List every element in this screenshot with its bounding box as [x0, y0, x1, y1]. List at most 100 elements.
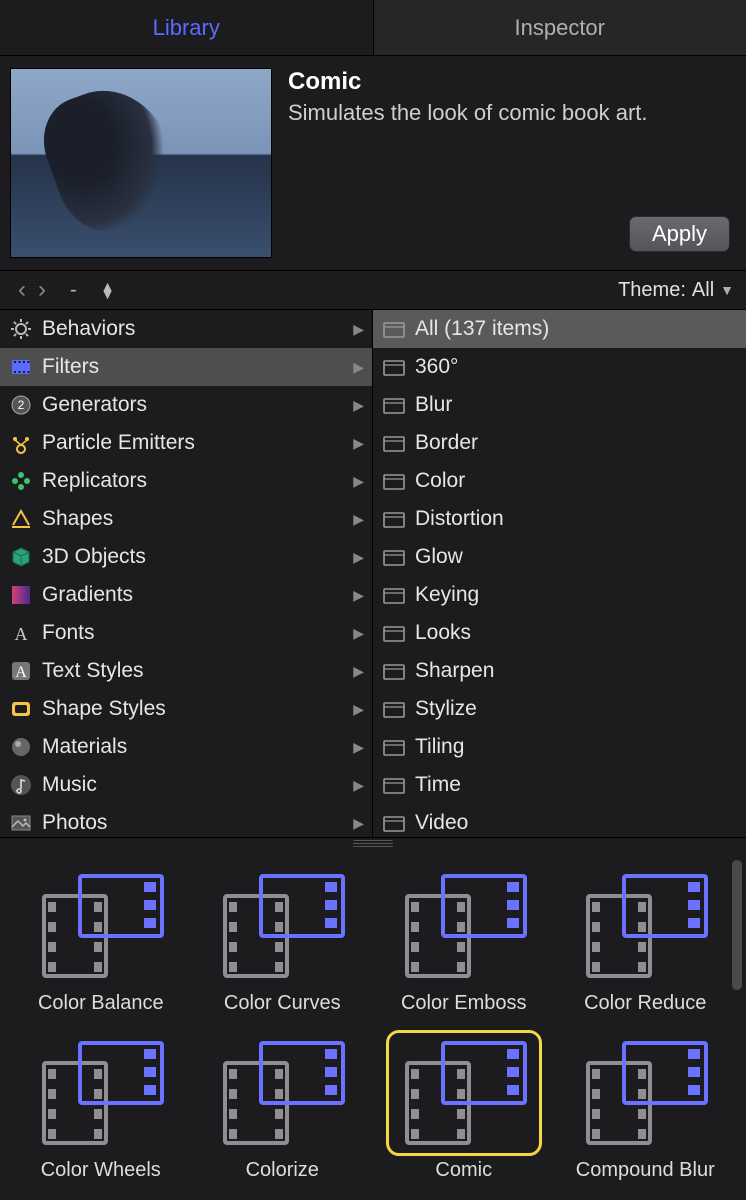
category-column: Behaviors▶Filters▶2Generators▶Particle E… [0, 310, 373, 837]
nav-back-button[interactable]: ‹ [12, 276, 32, 304]
scrollbar-thumb[interactable] [732, 860, 742, 990]
category-label: Materials [42, 735, 345, 759]
subcategory-row[interactable]: 360° [373, 348, 746, 386]
category-row-particle-emitters[interactable]: Particle Emitters ▶ [0, 424, 372, 462]
chevron-right-icon: ▶ [353, 549, 364, 566]
path-segment[interactable]: - [70, 279, 77, 302]
filter-item-color-curves[interactable]: Color Curves [192, 866, 374, 1015]
category-label: Generators [42, 393, 345, 417]
category-label: Text Styles [42, 659, 345, 683]
category-row-replicators[interactable]: Replicators▶ [0, 462, 372, 500]
chevron-right-icon: ▶ [353, 625, 364, 642]
category-row-shapes[interactable]: Shapes▶ [0, 500, 372, 538]
svg-text:A: A [15, 624, 28, 644]
subcategory-row[interactable]: Time [373, 766, 746, 804]
filter-thumb-icon [207, 1033, 357, 1153]
subcategory-row[interactable]: Glow [373, 538, 746, 576]
filter-item-comic[interactable]: Comic [373, 1033, 555, 1182]
filter-thumb-icon [570, 1033, 720, 1153]
filter-caption: Color Reduce [555, 992, 737, 1015]
tab-library[interactable]: Library [0, 0, 374, 55]
theme-chevron-icon[interactable]: ▼ [720, 282, 734, 298]
category-row-gradients[interactable]: Gradients▶ [0, 576, 372, 614]
filter-item-color-balance[interactable]: Color Balance [10, 866, 192, 1015]
subcategory-row[interactable]: Looks [373, 614, 746, 652]
filter-item-color-wheels[interactable]: Color Wheels [10, 1033, 192, 1182]
filter-item-color-emboss[interactable]: Color Emboss [373, 866, 555, 1015]
category-label: Particle Emitters [42, 431, 345, 455]
category-row-fonts[interactable]: AFonts▶ [0, 614, 372, 652]
subcategory-row[interactable]: Stylize [373, 690, 746, 728]
category-row-generators[interactable]: 2Generators▶ [0, 386, 372, 424]
subcategory-label: Looks [415, 621, 738, 645]
subcategory-row[interactable]: Distortion [373, 500, 746, 538]
category-row-3d-objects[interactable]: 3D Objects▶ [0, 538, 372, 576]
filter-item-compound-blur[interactable]: Compound Blur [555, 1033, 737, 1182]
filter-thumb-icon [26, 866, 176, 986]
subcategory-row[interactable]: Video [373, 804, 746, 837]
filter-caption: Comic [373, 1159, 555, 1182]
subcategory-row[interactable]: Sharpen [373, 652, 746, 690]
subcategory-row[interactable]: Color [373, 462, 746, 500]
category-row-photos[interactable]: Photos▶ [0, 804, 372, 837]
subcategory-label: Video [415, 811, 738, 835]
split-grip[interactable] [353, 840, 393, 848]
category-row-shape-styles[interactable]: Shape Styles▶ [0, 690, 372, 728]
category-row-text-styles[interactable]: AText Styles▶ [0, 652, 372, 690]
subcategory-row[interactable]: Border [373, 424, 746, 462]
subcategory-label: Sharpen [415, 659, 738, 683]
chevron-right-icon: ▶ [353, 473, 364, 490]
subcategory-label: Distortion [415, 507, 738, 531]
music-icon [8, 772, 34, 798]
textstyle-icon: A [8, 658, 34, 684]
folder-icon [381, 658, 407, 684]
subcategory-row[interactable]: Blur [373, 386, 746, 424]
chevron-right-icon: ▶ [353, 321, 364, 338]
category-row-materials[interactable]: Materials▶ [0, 728, 372, 766]
folder-icon [381, 392, 407, 418]
apply-button[interactable]: Apply [629, 216, 730, 252]
category-row-behaviors[interactable]: Behaviors ▶ [0, 310, 372, 348]
subcategory-label: Tiling [415, 735, 738, 759]
preview-info: Comic Simulates the look of comic book a… [288, 68, 736, 258]
chevron-right-icon: ▶ [353, 435, 364, 452]
chevron-right-icon: ▶ [353, 511, 364, 528]
path-stepper-icon[interactable]: ▲▼ [101, 282, 115, 298]
gradient-icon [8, 582, 34, 608]
tab-inspector[interactable]: Inspector [374, 0, 746, 55]
top-tabbar: Library Inspector [0, 0, 746, 56]
folder-icon [381, 430, 407, 456]
preview-title: Comic [288, 68, 736, 96]
shapestyle-icon [8, 696, 34, 722]
category-label: Shape Styles [42, 697, 345, 721]
subcategory-row[interactable]: All (137 items) [373, 310, 746, 348]
particle-icon [8, 430, 34, 456]
filter-item-colorize[interactable]: Colorize [192, 1033, 374, 1182]
category-label: Gradients [42, 583, 345, 607]
filter-caption: Color Balance [10, 992, 192, 1015]
subcategory-label: 360° [415, 355, 738, 379]
folder-icon [381, 506, 407, 532]
category-label: Behaviors [42, 317, 345, 341]
subcategory-label: Time [415, 773, 738, 797]
theme-label: Theme: [618, 279, 686, 302]
category-row-music[interactable]: Music ▶ [0, 766, 372, 804]
item-grid: Color Balance Color Curves Color Emboss … [0, 848, 746, 1200]
filter-item-color-reduce[interactable]: Color Reduce [555, 866, 737, 1015]
category-label: Music [42, 773, 345, 797]
subcategory-label: Keying [415, 583, 738, 607]
chevron-right-icon: ▶ [353, 777, 364, 794]
category-row-filters[interactable]: Filters▶ [0, 348, 372, 386]
chevron-right-icon: ▶ [353, 359, 364, 376]
filmstrip-icon [8, 354, 34, 380]
generator-icon: 2 [8, 392, 34, 418]
subcategory-row[interactable]: Tiling [373, 728, 746, 766]
chevron-right-icon: ▶ [353, 815, 364, 832]
subcategory-row[interactable]: Keying [373, 576, 746, 614]
folder-icon [381, 810, 407, 836]
subcategory-label: Stylize [415, 697, 738, 721]
theme-value[interactable]: All [692, 279, 714, 302]
filter-thumb-icon [570, 866, 720, 986]
svg-text:2: 2 [18, 398, 25, 412]
nav-forward-button[interactable]: › [32, 276, 52, 304]
